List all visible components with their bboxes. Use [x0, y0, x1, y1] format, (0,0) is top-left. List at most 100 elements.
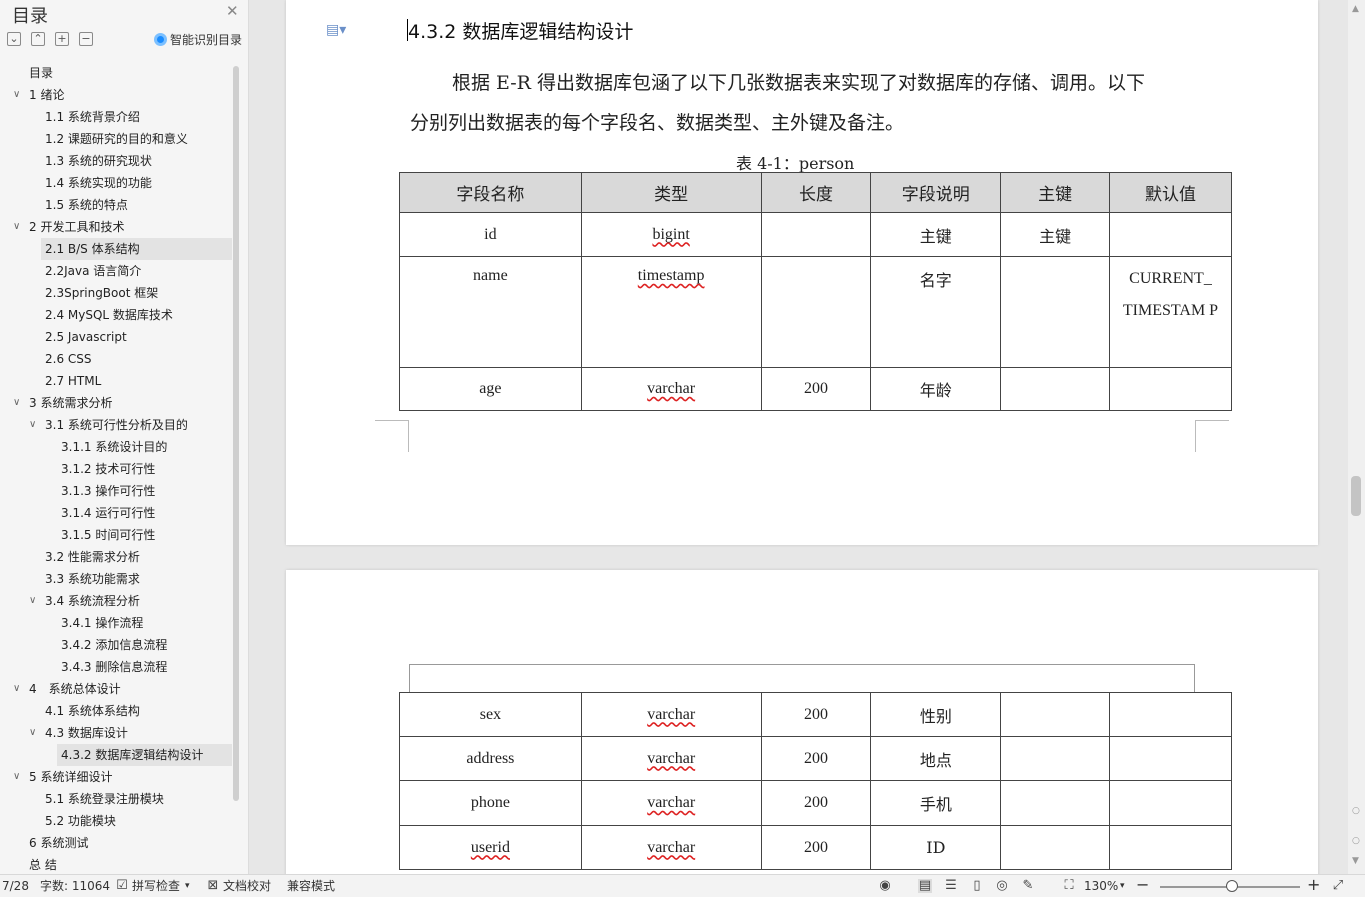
chevron-down-icon[interactable]: ∨ [29, 590, 36, 612]
toc-item[interactable]: 6 系统测试 [0, 832, 232, 854]
table-cell[interactable]: 性别 [870, 692, 1002, 737]
zoom-out-icon[interactable]: − [1136, 874, 1149, 896]
chevron-down-icon[interactable]: ∨ [13, 84, 20, 106]
page-view-icon[interactable]: ▤ [918, 879, 932, 893]
table-cell[interactable]: varchar [580, 736, 762, 781]
toc-item[interactable]: 1.2 课题研究的目的和意义 [0, 128, 232, 150]
toc-item[interactable]: 5.1 系统登录注册模块 [0, 788, 232, 810]
table-cell[interactable]: 主键 [870, 212, 1002, 257]
chevron-down-icon[interactable]: ∨ [13, 216, 20, 238]
toc-item[interactable]: 2.5 Javascript [0, 326, 232, 348]
table-caption[interactable]: 表 4-1：person [736, 150, 854, 174]
toc-item[interactable]: 3.2 性能需求分析 [0, 546, 232, 568]
outline-view-icon[interactable]: ☰ [944, 879, 958, 893]
paragraph-line[interactable]: 分别列出数据表的每个字段名、数据类型、主外键及备注。 [410, 108, 904, 135]
toc-item[interactable]: ∨ 5 系统详细设计 [0, 766, 232, 788]
table-cell[interactable] [1109, 692, 1232, 737]
chevron-down-icon[interactable]: ∨ [13, 766, 20, 788]
toc-item[interactable]: 1.1 系统背景介绍 [0, 106, 232, 128]
toc-item[interactable]: ∨ 4.3 数据库设计 [0, 722, 232, 744]
next-page-icon[interactable]: ▼ [1352, 856, 1359, 866]
table-cell[interactable] [1109, 780, 1232, 826]
table-cell[interactable]: name [399, 256, 582, 368]
toc-item[interactable]: 3.4.2 添加信息流程 [0, 634, 232, 656]
word-count[interactable]: 字数: 11064 [40, 875, 110, 897]
spell-check-button[interactable]: 拼写检查 [132, 875, 180, 897]
table-cell[interactable]: varchar [580, 367, 762, 411]
table-cell[interactable]: 200 [760, 780, 872, 826]
table-cell[interactable] [760, 212, 872, 257]
table-header-cell[interactable]: 长度 [760, 172, 872, 213]
reading-view-icon[interactable]: ▯ [970, 879, 984, 893]
table-cell[interactable] [1000, 736, 1111, 781]
table-header-cell[interactable]: 主键 [1000, 172, 1110, 213]
table-cell[interactable] [1000, 367, 1110, 411]
chevron-down-icon[interactable]: ▾ [185, 875, 190, 897]
table-cell[interactable]: 200 [760, 825, 872, 870]
table-cell[interactable]: sex [399, 692, 582, 737]
table-cell[interactable]: 名字 [870, 256, 1002, 368]
table-header-cell[interactable]: 字段名称 [399, 172, 582, 213]
table-cell[interactable]: age [399, 367, 582, 411]
toc-item[interactable]: ∨ 3 系统需求分析 [0, 392, 232, 414]
eye-protection-icon[interactable]: ◉ [878, 879, 892, 893]
chevron-down-icon[interactable]: ▾ [1120, 875, 1125, 897]
toc-scrollbar[interactable] [233, 66, 239, 801]
toc-item[interactable]: ∨ 4 系统总体设计 [0, 678, 232, 700]
toc-item[interactable]: ∨ 3.4 系统流程分析 [0, 590, 232, 612]
table-cell[interactable] [1109, 825, 1232, 870]
expand-up-icon[interactable]: ⌃ [31, 32, 45, 46]
table-cell[interactable] [1109, 736, 1232, 781]
table-cell[interactable] [1000, 256, 1110, 368]
toc-item[interactable]: ∨ 1 绪论 [0, 84, 232, 106]
table-cell[interactable]: 地点 [870, 736, 1002, 781]
table-cell[interactable] [1000, 692, 1111, 737]
table-cell[interactable]: id [399, 212, 582, 257]
table-cell[interactable]: CURRENT_ TIMESTAM P [1109, 256, 1232, 368]
toc-item[interactable]: 3.1.1 系统设计目的 [0, 436, 232, 458]
toc-item[interactable]: 总 结 [0, 854, 232, 876]
toc-item[interactable]: 4.1 系统体系结构 [0, 700, 232, 722]
table-header-cell[interactable]: 默认值 [1109, 172, 1232, 213]
table-cell[interactable]: bigint [580, 212, 762, 257]
table-cell[interactable] [1000, 780, 1111, 826]
scroll-thumb[interactable] [1351, 476, 1361, 516]
select-browse-icon[interactable]: ○ [1352, 836, 1360, 846]
toc-item[interactable]: 1.5 系统的特点 [0, 194, 232, 216]
table-cell[interactable] [1109, 367, 1232, 411]
table-cell[interactable]: timestamp [580, 256, 762, 368]
toc-item[interactable]: 5.2 功能模块 [0, 810, 232, 832]
table-cell[interactable] [760, 256, 872, 368]
zoom-in-icon[interactable]: + [1307, 874, 1320, 896]
toc-item[interactable]: 2.6 CSS [0, 348, 232, 370]
zoom-level[interactable]: 130% [1084, 875, 1118, 897]
toc-item[interactable]: 2.1 B/S 体系结构 [41, 238, 232, 260]
collapse-all-icon[interactable]: ⌄ [7, 32, 21, 46]
remove-heading-icon[interactable]: − [79, 32, 93, 46]
toc-item[interactable]: 3.1.4 运行可行性 [0, 502, 232, 524]
chevron-down-icon[interactable]: ∨ [29, 414, 36, 436]
table-cell[interactable]: 年龄 [870, 367, 1002, 411]
table-cell[interactable]: 200 [760, 367, 872, 411]
page-indicator[interactable]: 7/28 [2, 875, 29, 897]
toc-item[interactable]: 3.4.3 删除信息流程 [0, 656, 232, 678]
table-cell[interactable]: varchar [580, 692, 762, 737]
toc-item[interactable]: 1.3 系统的研究现状 [0, 150, 232, 172]
toc-item[interactable]: ∨ 3.1 系统可行性分析及目的 [0, 414, 232, 436]
table-header-cell[interactable]: 字段说明 [870, 172, 1002, 213]
toc-item[interactable]: 3.4.1 操作流程 [0, 612, 232, 634]
table-cell[interactable]: 手机 [870, 780, 1002, 826]
toc-item[interactable]: ∨ 2 开发工具和技术 [0, 216, 232, 238]
table-cell[interactable]: 200 [760, 736, 872, 781]
toc-item[interactable]: 2.2Java 语言简介 [0, 260, 232, 282]
table-cell[interactable] [1109, 212, 1232, 257]
toc-item[interactable]: 2.7 HTML [0, 370, 232, 392]
fullscreen-icon[interactable]: ⤢ [1331, 879, 1345, 893]
chevron-down-icon[interactable]: ∨ [29, 722, 36, 744]
table-header-cell[interactable]: 类型 [580, 172, 762, 213]
fit-page-icon[interactable]: ⛶ [1062, 879, 1076, 893]
paragraph-line[interactable]: 根据 E-R 得出数据库包涵了以下几张数据表来实现了对数据库的存储、调用。以下 [452, 68, 1145, 95]
prev-page-icon[interactable]: ○ [1352, 806, 1360, 816]
chevron-down-icon[interactable]: ∨ [13, 392, 20, 414]
toc-item[interactable]: 3.1.5 时间可行性 [0, 524, 232, 546]
